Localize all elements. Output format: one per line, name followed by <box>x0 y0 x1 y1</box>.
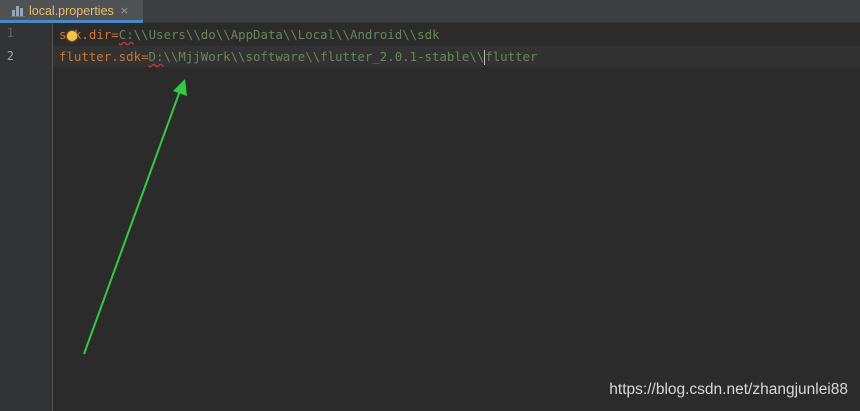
property-key: flutter.sdk <box>59 49 142 64</box>
code-line-1[interactable]: s k.dir=C:\\Users\\do\\AppData\\Local\\An… <box>59 24 440 45</box>
line-number-1: 1 <box>6 26 14 40</box>
code-editor[interactable]: s k.dir=C:\\Users\\do\\AppData\\Local\\An… <box>53 23 860 411</box>
editor-tab-bar: local.properties × <box>0 0 860 23</box>
watermark-text: https://blog.csdn.net/zhangjunlei88 <box>609 381 848 398</box>
drive-letter: C: <box>118 27 134 42</box>
tab-label: local.properties <box>29 3 114 18</box>
tab-local-properties[interactable]: local.properties × <box>0 0 143 23</box>
line-number-2: 2 <box>6 49 14 63</box>
ide-window: local.properties × 1 2 s k.dir=C:\\Users\… <box>0 0 860 411</box>
property-value: \\MjjWork\\software\\flutter_2.0.1-stabl… <box>163 49 485 64</box>
lightbulb-icon[interactable] <box>67 31 77 41</box>
property-value-end: flutter <box>485 49 538 64</box>
equals-sign: = <box>141 49 149 64</box>
property-value: \\Users\\do\\AppData\\Local\\Android\\sd… <box>133 27 440 42</box>
line-number-gutter: 1 2 <box>0 23 53 411</box>
drive-letter: D: <box>148 49 164 64</box>
code-line-2[interactable]: flutter.sdk=D:\\MjjWork\\software\\flutt… <box>59 46 537 67</box>
close-icon[interactable]: × <box>120 5 129 16</box>
properties-file-icon <box>11 3 25 17</box>
equals-sign: = <box>111 27 119 42</box>
